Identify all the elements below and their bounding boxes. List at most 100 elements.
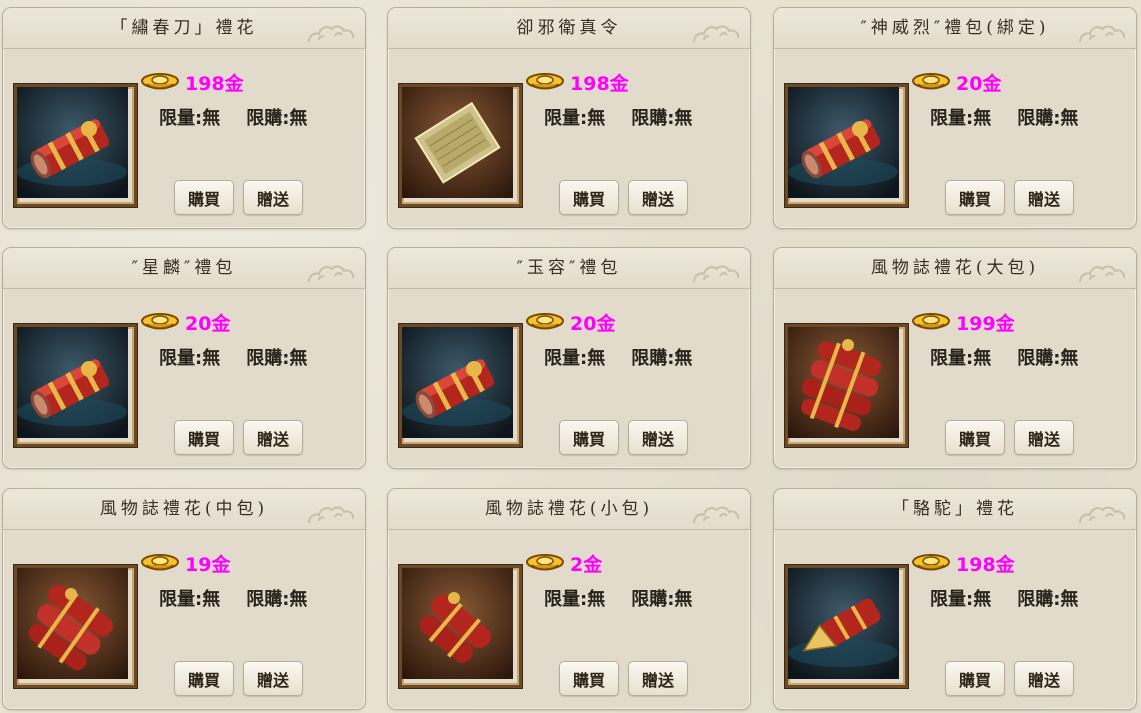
limit-purchase: 限購:無 [1017, 348, 1079, 369]
limit-quantity: 限量:無 [159, 589, 221, 610]
shop-item-card: ″玉容″禮包 20金 限量:無 限購:無 購買 贈送 [387, 247, 751, 469]
limit-purchase: 限購:無 [1017, 108, 1079, 129]
cloud-ornament-icon [1079, 25, 1126, 43]
item-image[interactable] [785, 324, 908, 447]
gift-button[interactable]: 贈送 [628, 420, 688, 455]
cloud-ornament-icon [308, 25, 355, 43]
limit-purchase: 限購:無 [246, 108, 308, 129]
item-image[interactable] [785, 84, 908, 207]
shop-item-card: ″神威烈″禮包(綁定) 20金 限量:無 限購:無 購買 贈送 [773, 7, 1137, 229]
shop-item-card: 「駱駝」禮花 198金 限量:無 限購:無 購買 贈送 [773, 488, 1137, 710]
price-row: 198金 [141, 68, 244, 96]
price-row: 19金 [141, 549, 230, 577]
item-image[interactable] [14, 565, 137, 688]
large-firecracker-bundle-icon [788, 327, 899, 438]
cloud-ornament-icon [1079, 265, 1126, 283]
camel-firecracker-icon [788, 568, 899, 679]
gold-ingot-icon [141, 73, 179, 90]
price-row: 199金 [912, 308, 1015, 336]
item-image[interactable] [785, 565, 908, 688]
single-firecracker-icon [17, 87, 128, 198]
single-firecracker-icon [788, 87, 899, 198]
shop-item-card: ″星麟″禮包 20金 限量:無 限購:無 購買 贈送 [2, 247, 366, 469]
price-row: 198金 [912, 549, 1015, 577]
gold-ingot-icon [912, 73, 950, 90]
buy-button[interactable]: 購買 [945, 661, 1005, 696]
gift-button[interactable]: 贈送 [1014, 661, 1074, 696]
gold-ingot-icon [912, 554, 950, 571]
price-row: 198金 [526, 68, 629, 96]
limit-quantity: 限量:無 [159, 348, 221, 369]
limit-quantity: 限量:無 [930, 108, 992, 129]
cloud-ornament-icon [693, 506, 740, 524]
buy-button[interactable]: 購買 [559, 420, 619, 455]
gift-button[interactable]: 贈送 [1014, 180, 1074, 215]
limit-purchase: 限購:無 [631, 108, 693, 129]
item-price: 20金 [570, 312, 616, 335]
item-limits: 限量:無 限購:無 [159, 585, 307, 611]
item-price: 20金 [185, 312, 231, 335]
item-limits: 限量:無 限購:無 [544, 344, 692, 370]
buy-button[interactable]: 購買 [174, 180, 234, 215]
limit-purchase: 限購:無 [631, 348, 693, 369]
limit-purchase: 限購:無 [1017, 589, 1079, 610]
limit-quantity: 限量:無 [544, 589, 606, 610]
small-firecracker-bundle-icon [402, 568, 513, 679]
shop-item-card: 「繡春刀」禮花 198金 限量:無 限購:無 購買 贈送 [2, 7, 366, 229]
price-row: 20金 [912, 68, 1001, 96]
buy-button[interactable]: 購買 [559, 661, 619, 696]
cloud-ornament-icon [693, 265, 740, 283]
token-scroll-icon [402, 87, 513, 198]
limit-quantity: 限量:無 [930, 589, 992, 610]
item-limits: 限量:無 限購:無 [930, 104, 1078, 130]
limit-purchase: 限購:無 [631, 589, 693, 610]
buy-button[interactable]: 購買 [174, 661, 234, 696]
single-firecracker-icon [17, 327, 128, 438]
item-image[interactable] [399, 324, 522, 447]
gold-ingot-icon [526, 554, 564, 571]
limit-purchase: 限購:無 [246, 348, 308, 369]
price-row: 2金 [526, 549, 602, 577]
item-image[interactable] [14, 84, 137, 207]
gift-button[interactable]: 贈送 [1014, 420, 1074, 455]
gold-ingot-icon [526, 313, 564, 330]
item-limits: 限量:無 限購:無 [159, 104, 307, 130]
cloud-ornament-icon [308, 265, 355, 283]
gift-button[interactable]: 贈送 [628, 661, 688, 696]
item-price: 198金 [956, 553, 1015, 576]
gift-button[interactable]: 贈送 [243, 420, 303, 455]
item-limits: 限量:無 限購:無 [544, 585, 692, 611]
shop-item-card: 風物誌禮花(大包) 199金 限量:無 限購:無 購買 贈送 [773, 247, 1137, 469]
limit-quantity: 限量:無 [159, 108, 221, 129]
item-image[interactable] [399, 565, 522, 688]
item-price: 199金 [956, 312, 1015, 335]
shop-item-card: 卻邪衛真令 198金 限量:無 限購:無 購買 贈送 [387, 7, 751, 229]
gold-ingot-icon [526, 73, 564, 90]
single-firecracker-icon [402, 327, 513, 438]
buy-button[interactable]: 購買 [945, 180, 1005, 215]
item-price: 2金 [570, 553, 603, 576]
item-limits: 限量:無 限購:無 [159, 344, 307, 370]
limit-quantity: 限量:無 [544, 108, 606, 129]
cloud-ornament-icon [308, 506, 355, 524]
item-price: 198金 [185, 72, 244, 95]
item-image[interactable] [399, 84, 522, 207]
buy-button[interactable]: 購買 [174, 420, 234, 455]
gold-ingot-icon [141, 313, 179, 330]
gift-button[interactable]: 贈送 [243, 661, 303, 696]
item-price: 19金 [185, 553, 231, 576]
shop-grid: 「繡春刀」禮花 198金 限量:無 限購:無 購買 贈送 卻邪衛真令 198金 … [0, 0, 1141, 713]
shop-item-card: 風物誌禮花(小包) 2金 限量:無 限購:無 購買 贈送 [387, 488, 751, 710]
gift-button[interactable]: 贈送 [243, 180, 303, 215]
item-limits: 限量:無 限購:無 [930, 344, 1078, 370]
item-image[interactable] [14, 324, 137, 447]
limit-purchase: 限購:無 [246, 589, 308, 610]
limit-quantity: 限量:無 [930, 348, 992, 369]
item-limits: 限量:無 限購:無 [544, 104, 692, 130]
gold-ingot-icon [912, 313, 950, 330]
buy-button[interactable]: 購買 [559, 180, 619, 215]
price-row: 20金 [141, 308, 230, 336]
price-row: 20金 [526, 308, 615, 336]
buy-button[interactable]: 購買 [945, 420, 1005, 455]
gift-button[interactable]: 贈送 [628, 180, 688, 215]
